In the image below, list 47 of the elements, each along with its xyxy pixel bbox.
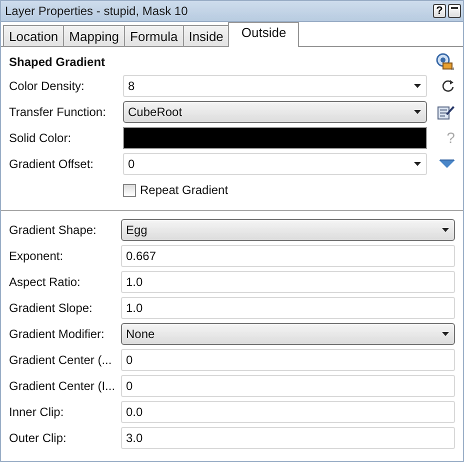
input-field[interactable]: 3.0 bbox=[121, 427, 455, 449]
dropdown-arrow-icon bbox=[414, 162, 421, 166]
input-field[interactable]: 1.0 bbox=[121, 271, 455, 293]
window-title: Layer Properties - stupid, Mask 10 bbox=[5, 4, 189, 18]
checkbox[interactable] bbox=[123, 184, 136, 196]
tab[interactable]: Location bbox=[3, 25, 64, 46]
field-label: Inner Clip: bbox=[9, 405, 65, 419]
field-label: Gradient Center (I... bbox=[9, 379, 116, 393]
field-label: Solid Color: bbox=[9, 131, 72, 145]
section-heading: Shaped Gradient bbox=[9, 55, 106, 69]
field-label: Gradient Modifier: bbox=[9, 327, 106, 341]
field-label: Gradient Offset: bbox=[9, 157, 94, 171]
combo-box[interactable]: 0 bbox=[123, 153, 427, 175]
field-label: Gradient Center (... bbox=[9, 353, 113, 367]
help-mark: ? bbox=[446, 130, 455, 146]
input-field[interactable]: 0 bbox=[121, 375, 455, 397]
combo-box[interactable]: 8 bbox=[123, 75, 427, 97]
field-label: Exponent: bbox=[9, 249, 64, 263]
field-label: Gradient Shape: bbox=[9, 223, 98, 237]
input-field[interactable]: 0 bbox=[121, 349, 455, 371]
field-label: Gradient Slope: bbox=[9, 301, 94, 315]
options-icon[interactable] bbox=[435, 53, 455, 71]
input-field[interactable]: 1.0 bbox=[121, 297, 455, 319]
refresh-icon[interactable] bbox=[441, 79, 455, 93]
dropdown[interactable]: None bbox=[121, 323, 455, 345]
tab[interactable]: Mapping bbox=[63, 25, 126, 46]
color-swatch[interactable] bbox=[123, 127, 427, 149]
edit-icon[interactable] bbox=[437, 104, 455, 120]
dropdown-arrow-icon bbox=[414, 84, 421, 88]
input-field[interactable]: 0.667 bbox=[121, 245, 455, 267]
checkbox-label: Repeat Gradient bbox=[140, 183, 228, 197]
input-field[interactable]: 0.0 bbox=[121, 401, 455, 423]
minimize-button[interactable] bbox=[448, 4, 461, 18]
tab[interactable]: Outside bbox=[228, 22, 300, 47]
tab[interactable]: Inside bbox=[182, 25, 230, 46]
dropdown[interactable]: Egg bbox=[121, 219, 455, 241]
dropdown-arrow-icon bbox=[414, 110, 421, 114]
field-label: Transfer Function: bbox=[9, 105, 107, 119]
dropdown[interactable]: CubeRoot bbox=[123, 101, 427, 123]
field-label: Aspect Ratio: bbox=[9, 275, 82, 289]
triangle-down-icon[interactable] bbox=[439, 159, 455, 169]
field-label: Outer Clip: bbox=[9, 431, 68, 445]
dropdown-arrow-icon bbox=[442, 332, 449, 336]
tab[interactable]: Formula bbox=[124, 25, 184, 46]
dropdown-arrow-icon bbox=[442, 228, 449, 232]
help-button[interactable]: ? bbox=[433, 4, 446, 18]
field-label: Color Density: bbox=[9, 79, 86, 93]
